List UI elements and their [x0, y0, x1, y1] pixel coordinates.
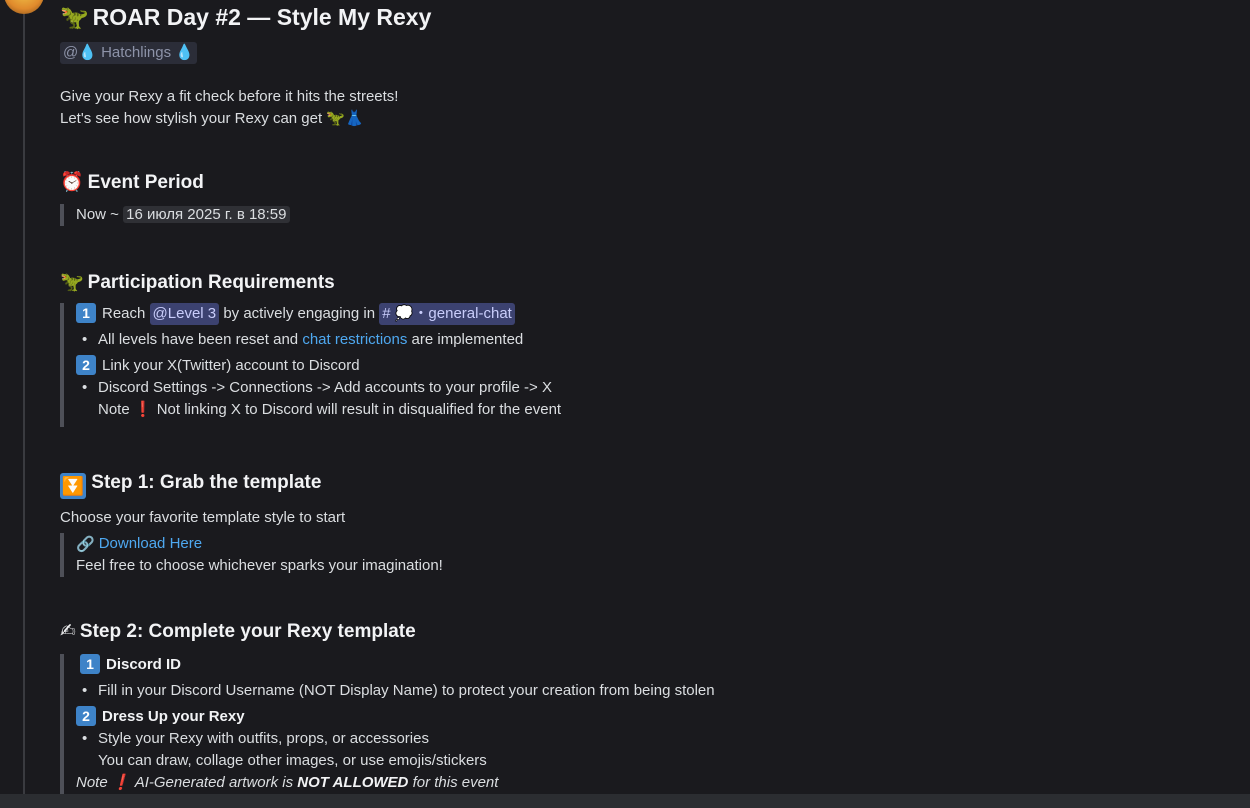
step2-note: Note ❗ AI-Generated artwork is NOT ALLOW… — [76, 772, 715, 794]
list-item: • Fill in your Discord Username (NOT Dis… — [76, 680, 715, 702]
event-period-heading: ⏰ Event Period — [60, 171, 204, 193]
requirements-heading: 🦖 Participation Requirements — [60, 271, 335, 293]
requirement-2: 2 Link your X(Twitter) account to Discor… — [76, 355, 561, 377]
keycap-two-icon: 2 — [76, 706, 96, 726]
step1-heading: ⏬ Step 1: Grab the template — [60, 472, 321, 499]
writing-hand-icon: ✍ — [60, 620, 76, 642]
bullet: • — [82, 379, 88, 396]
intro-line-2: Let's see how stylish your Rexy can get … — [60, 110, 364, 127]
requirements-quote: 1 Reach @Level 3 by actively engaging in… — [60, 303, 561, 427]
event-prefix: Now ~ — [76, 206, 119, 223]
alarm-clock-icon: ⏰ — [60, 171, 84, 193]
step2-quote: 1 Discord ID • Fill in your Discord User… — [60, 654, 715, 804]
keycap-one-icon: 1 — [76, 303, 96, 323]
level-role-mention[interactable]: @Level 3 — [149, 303, 220, 325]
role-mention-row: @💧 Hatchlings 💧 — [60, 42, 197, 64]
dinosaur-icon: 🦖 — [60, 271, 84, 293]
dinosaur-icon: 🦖 — [60, 5, 89, 31]
keycap-two-icon: 2 — [76, 355, 96, 375]
event-end-timestamp[interactable]: 16 июля 2025 г. в 18:59 — [123, 206, 290, 223]
step1-text: Choose your favorite template style to s… — [60, 509, 346, 526]
download-template-link[interactable]: Download Here — [99, 533, 202, 555]
thread-line — [23, 14, 25, 808]
list-item: • All levels have been reset and chat re… — [76, 329, 561, 351]
role-mention-hatchlings[interactable]: @💧 Hatchlings 💧 — [60, 42, 197, 64]
intro-line-1: Give your Rexy a fit check before it hit… — [60, 88, 399, 105]
bullet: • — [82, 730, 88, 747]
general-chat-channel-link[interactable]: # 💭・general-chat — [379, 303, 515, 325]
step2-heading: ✍ Step 2: Complete your Rexy template — [60, 620, 416, 642]
event-period-quote: Now ~ 16 июля 2025 г. в 18:59 — [60, 204, 290, 226]
step1-quote: 🔗 Download Here Feel free to choose whic… — [60, 533, 443, 577]
double-down-arrow-icon: ⏬ — [60, 473, 86, 499]
exclamation-icon: ❗ — [111, 774, 131, 791]
step2-b2b: You can draw, collage other images, or u… — [98, 752, 487, 769]
keycap-one-icon: 1 — [80, 654, 100, 674]
list-item: • Style your Rexy with outfits, props, o… — [76, 728, 715, 750]
bullet: • — [82, 331, 88, 348]
link-icon: 🔗 — [76, 535, 95, 553]
step2-sub-2: 2 Dress Up your Rexy — [76, 706, 715, 728]
exclamation-icon: ❗ — [133, 401, 153, 418]
step1-tail: Feel free to choose whichever sparks you… — [76, 557, 443, 574]
chat-restrictions-link[interactable]: chat restrictions — [302, 331, 407, 348]
list-item: • Discord Settings -> Connections -> Add… — [76, 377, 561, 399]
bullet: • — [82, 682, 88, 699]
post-title: 🦖 ROAR Day #2 — Style My Rexy — [60, 4, 432, 31]
requirement-1: 1 Reach @Level 3 by actively engaging in… — [76, 303, 561, 325]
bottom-bar — [0, 794, 1250, 808]
step2-sub-1: 1 Discord ID — [76, 654, 715, 676]
author-avatar[interactable] — [4, 0, 44, 14]
requirement-note: Note ❗ Not linking X to Discord will res… — [76, 399, 561, 421]
